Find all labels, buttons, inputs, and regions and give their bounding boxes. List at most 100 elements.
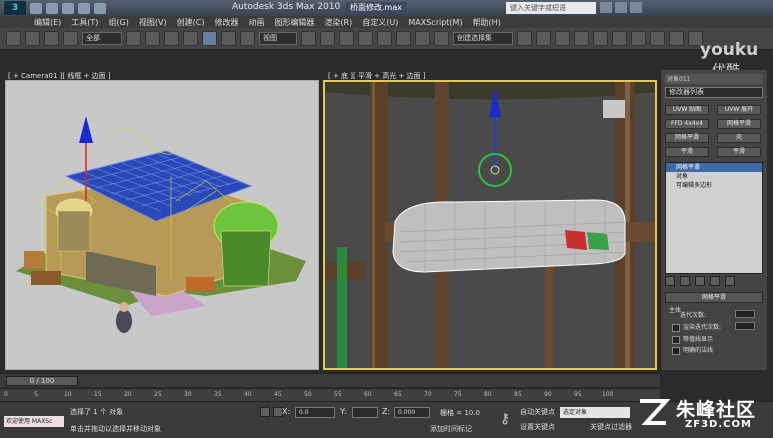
key-icon[interactable]: ⚷: [500, 411, 510, 427]
menu-create[interactable]: 创建(C): [177, 17, 205, 28]
y-coordinate-field[interactable]: [352, 407, 378, 418]
add-time-tag[interactable]: 添加时间标记: [430, 424, 472, 434]
key-mode-select[interactable]: 选定对象: [560, 407, 630, 418]
bottom-viewport[interactable]: [323, 80, 657, 370]
menu-help[interactable]: 帮助(H): [473, 17, 501, 28]
configure-sets-icon[interactable]: [725, 276, 735, 286]
select-by-name-icon[interactable]: [145, 31, 160, 46]
window-crossing-icon[interactable]: [183, 31, 198, 46]
selection-filter-select[interactable]: 全部: [82, 32, 122, 45]
redo-icon[interactable]: [94, 2, 106, 14]
time-slider[interactable]: 0 / 100: [6, 376, 78, 386]
pivot-center-icon[interactable]: [301, 31, 316, 46]
set-key-button[interactable]: 设置关键点: [520, 422, 555, 432]
stack-item-editable-poly[interactable]: 可编辑多边形: [666, 181, 762, 190]
rect-selection-icon[interactable]: [164, 31, 179, 46]
modifier-list-select[interactable]: 修改器列表: [665, 87, 763, 98]
keyboard-shortcut-icon[interactable]: [339, 31, 354, 46]
search-input[interactable]: 键入关键字或短语: [506, 2, 596, 14]
undo-tool-icon[interactable]: [6, 31, 21, 46]
rotate-icon[interactable]: [221, 31, 236, 46]
scale-icon[interactable]: [240, 31, 255, 46]
file-title: 桥面修改.max: [346, 2, 406, 13]
pin-stack-icon[interactable]: [665, 276, 675, 286]
x-coordinate-field[interactable]: 0.0: [295, 407, 335, 418]
move-icon[interactable]: [202, 31, 217, 46]
named-selection-set-select[interactable]: 创建选择集: [453, 32, 513, 45]
material-editor-icon[interactable]: [631, 31, 646, 46]
shell-button[interactable]: 壳: [717, 133, 761, 143]
tick-label: 75: [454, 391, 462, 398]
menu-animation[interactable]: 动画: [248, 17, 264, 28]
z-coordinate-field[interactable]: 0.000: [394, 407, 430, 418]
object-name-field[interactable]: 对象011: [665, 74, 763, 84]
render-iterations-checkbox[interactable]: 渲染迭代次数:: [672, 322, 721, 332]
timeline-ruler[interactable]: 0 5 10 15 20 25 30 35 40 45 50 55 60 65 …: [0, 388, 660, 401]
make-unique-icon[interactable]: [695, 276, 705, 286]
meshsmooth-button-b[interactable]: 网格平滑: [665, 133, 709, 143]
menu-customize[interactable]: 自定义(U): [362, 17, 398, 28]
redo-tool-icon[interactable]: [25, 31, 40, 46]
camera-viewport[interactable]: [5, 80, 319, 370]
key-filters-button[interactable]: 关键点过滤器: [590, 422, 632, 432]
render-iterations-spinner[interactable]: [735, 322, 755, 330]
tick-label: 70: [424, 391, 432, 398]
rendered-frame-icon[interactable]: [669, 31, 684, 46]
uvw-map-button[interactable]: UVW 贴图: [665, 105, 709, 115]
uvw-unwrap-button[interactable]: UVW 展开: [717, 105, 761, 115]
save-file-icon[interactable]: [62, 2, 74, 14]
select-manipulate-icon[interactable]: [320, 31, 335, 46]
open-file-icon[interactable]: [46, 2, 58, 14]
render-setup-icon[interactable]: [650, 31, 665, 46]
curve-editor-icon[interactable]: [593, 31, 608, 46]
help-icon[interactable]: [615, 2, 627, 13]
menu-tools[interactable]: 工具(T): [71, 17, 98, 28]
menu-group[interactable]: 组(G): [108, 17, 128, 28]
angle-snap-icon[interactable]: [377, 31, 392, 46]
maxscript-listener[interactable]: 欢迎使用 MAXSc: [4, 416, 64, 427]
ffd-button[interactable]: FFD 4x4x4: [665, 119, 709, 129]
lock-selection-icon[interactable]: [260, 407, 270, 417]
tick-label: 80: [484, 391, 492, 398]
new-file-icon[interactable]: [30, 2, 42, 14]
time-slider-track[interactable]: 0 / 100: [0, 373, 660, 387]
spinner-snap-icon[interactable]: [415, 31, 430, 46]
menu-edit[interactable]: 编辑(E): [34, 17, 61, 28]
smooth-button-a[interactable]: 平滑: [665, 147, 709, 157]
auto-key-button[interactable]: 自动关键点: [520, 407, 555, 417]
tick-label: 65: [394, 391, 402, 398]
menu-views[interactable]: 视图(V): [139, 17, 167, 28]
unlink-icon[interactable]: [63, 31, 78, 46]
menu-rendering[interactable]: 渲染(R): [324, 17, 352, 28]
mirror-icon[interactable]: [517, 31, 532, 46]
percent-snap-icon[interactable]: [396, 31, 411, 46]
snaps-toggle-icon[interactable]: [358, 31, 373, 46]
smooth-button-b[interactable]: 平滑: [717, 147, 761, 157]
menu-graph-editors[interactable]: 图形编辑器: [274, 17, 314, 28]
select-object-icon[interactable]: [126, 31, 141, 46]
info-icon[interactable]: [630, 2, 642, 13]
menu-maxscript[interactable]: MAXScript(M): [408, 18, 462, 27]
undo-icon[interactable]: [78, 2, 90, 14]
isoline-display-checkbox[interactable]: 等值线显示: [672, 334, 713, 344]
x-label: X:: [282, 407, 291, 416]
meshsmooth-button-a[interactable]: 网格平滑: [717, 119, 761, 129]
menu-modifiers[interactable]: 修改器: [214, 17, 238, 28]
edit-named-sets-icon[interactable]: [434, 31, 449, 46]
meshsmooth-rollout[interactable]: 网格平滑: [665, 292, 763, 303]
tick-label: 45: [274, 391, 282, 398]
stack-item-meshsmooth[interactable]: 网格平滑: [666, 163, 762, 172]
graphite-toolbar-icon[interactable]: [574, 31, 589, 46]
layer-manager-icon[interactable]: [555, 31, 570, 46]
search-icon[interactable]: [600, 2, 612, 13]
show-end-result-icon[interactable]: [680, 276, 690, 286]
link-icon[interactable]: [44, 31, 59, 46]
iterations-spinner[interactable]: [735, 310, 755, 318]
align-icon[interactable]: [536, 31, 551, 46]
app-logo[interactable]: 3: [4, 1, 26, 15]
remove-modifier-icon[interactable]: [710, 276, 720, 286]
explicit-normals-checkbox[interactable]: 明确的法线: [672, 345, 713, 355]
stack-item-object[interactable]: 对象: [666, 172, 762, 181]
schematic-view-icon[interactable]: [612, 31, 627, 46]
reference-coord-select[interactable]: 视图: [259, 32, 297, 45]
